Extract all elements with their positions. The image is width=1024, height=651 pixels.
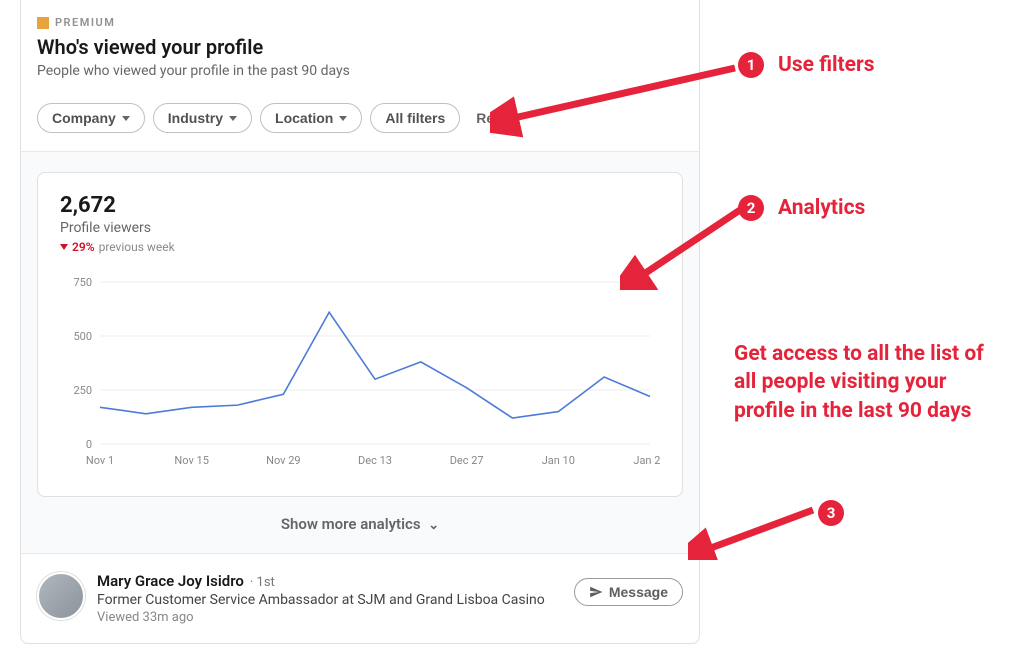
annotation-badge-1: 1 — [738, 52, 764, 78]
trend-down-icon — [60, 244, 68, 250]
profile-views-chart: 0 250 500 750 Nov 1 Nov 15 Nov 29 Dec 13 Dec 27 J… — [60, 272, 660, 472]
annotation-1: 1 Use filters — [738, 52, 874, 78]
annotation-badge-3: 3 — [818, 500, 844, 526]
reset-button[interactable]: Reset — [468, 104, 522, 132]
filter-company[interactable]: Company — [37, 103, 145, 133]
header-section: PREMIUM Who's viewed your profile People… — [21, 0, 699, 91]
chevron-down-icon: ⌄ — [428, 518, 439, 533]
svg-text:750: 750 — [73, 276, 92, 289]
trend-pct: 29% — [72, 240, 95, 254]
svg-text:Dec 27: Dec 27 — [450, 454, 484, 467]
page-subtitle: People who viewed your profile in the pa… — [37, 63, 683, 79]
viewer-degree: · 1st — [250, 575, 275, 590]
filter-bar: Company Industry Location All filters Re… — [21, 91, 699, 152]
annotation-label-1: Use filters — [778, 53, 874, 77]
annotation-label-2: Analytics — [778, 196, 865, 220]
show-more-analytics[interactable]: Show more analytics ⌄ — [37, 497, 683, 553]
chevron-down-icon — [229, 116, 237, 121]
message-button[interactable]: Message — [574, 578, 683, 606]
filter-location-label: Location — [275, 110, 333, 126]
svg-text:Jan 24: Jan 24 — [633, 454, 660, 467]
filter-industry-label: Industry — [168, 110, 223, 126]
svg-text:Jan 10: Jan 10 — [542, 454, 575, 467]
chevron-down-icon — [339, 116, 347, 121]
trend-row: 29% previous week — [60, 240, 660, 254]
svg-text:Nov 15: Nov 15 — [174, 454, 208, 467]
stat-count: 2,672 — [60, 193, 660, 218]
annotation-2: 2 Analytics — [738, 195, 865, 221]
page-title: Who's viewed your profile — [37, 35, 683, 59]
chevron-down-icon — [122, 116, 130, 121]
viewer-info: Mary Grace Joy Isidro · 1st Former Custo… — [97, 572, 562, 625]
filter-location[interactable]: Location — [260, 103, 362, 133]
viewer-headline: Former Customer Service Ambassador at SJ… — [97, 592, 562, 608]
message-label: Message — [609, 584, 668, 600]
svg-text:Dec 13: Dec 13 — [358, 454, 392, 467]
annotation-badge-2: 2 — [738, 195, 764, 221]
profile-views-card: PREMIUM Who's viewed your profile People… — [20, 0, 700, 644]
filter-all[interactable]: All filters — [370, 103, 460, 133]
annotation-3-text: Get access to all the list of all people… — [734, 340, 1004, 425]
svg-text:Nov 29: Nov 29 — [266, 454, 300, 467]
send-icon — [589, 585, 603, 599]
annotation-arrow-3 — [688, 500, 818, 560]
viewer-time: Viewed 33m ago — [97, 610, 562, 625]
svg-text:0: 0 — [86, 438, 92, 451]
stat-label: Profile viewers — [60, 220, 660, 236]
show-more-label: Show more analytics — [281, 515, 421, 533]
premium-icon — [37, 17, 49, 29]
viewer-name: Mary Grace Joy Isidro — [97, 572, 244, 590]
premium-label: PREMIUM — [55, 16, 115, 29]
filter-industry[interactable]: Industry — [153, 103, 252, 133]
svg-text:500: 500 — [73, 330, 92, 343]
trend-prev-label: previous week — [99, 240, 175, 254]
filter-all-label: All filters — [385, 110, 445, 126]
svg-text:Nov 1: Nov 1 — [86, 454, 114, 467]
analytics-panel: 2,672 Profile viewers 29% previous week … — [21, 152, 699, 553]
svg-text:250: 250 — [73, 384, 92, 397]
premium-badge: PREMIUM — [37, 16, 683, 29]
annotation-3-badge-wrap: 3 — [818, 500, 844, 526]
analytics-card: 2,672 Profile viewers 29% previous week … — [37, 172, 683, 497]
avatar — [37, 572, 85, 620]
filter-company-label: Company — [52, 110, 116, 126]
viewer-row[interactable]: Mary Grace Joy Isidro · 1st Former Custo… — [21, 553, 699, 643]
